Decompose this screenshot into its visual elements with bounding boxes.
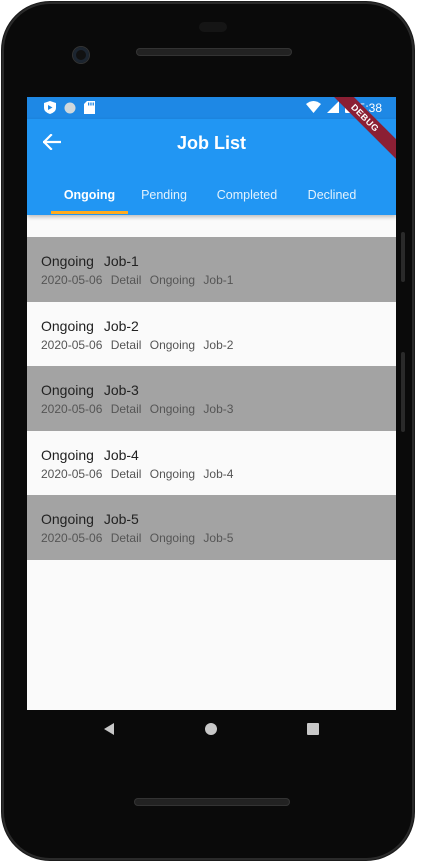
job-title: Ongoing Job-4 — [41, 446, 139, 463]
page-title: Job List — [176, 133, 246, 153]
job-subtitle: 2020-05-06 Detail Ongoing Job-5 — [41, 531, 234, 545]
app-bar: Job List Ongoing Pending Completed Decli… — [27, 119, 396, 215]
back-triangle-icon[interactable] — [103, 722, 115, 741]
tab-pending[interactable]: Pending — [128, 175, 200, 215]
power-button — [401, 352, 405, 432]
tab-ongoing[interactable]: Ongoing — [51, 175, 128, 215]
list-item[interactable]: Ongoing Job-2 2020-05-06 Detail Ongoing … — [27, 301, 396, 366]
job-title: Ongoing Job-2 — [41, 317, 139, 334]
shield-icon — [43, 101, 56, 114]
list-item[interactable]: Ongoing Job-1 2020-05-06 Detail Ongoing … — [27, 237, 396, 302]
list-item[interactable]: Ongoing Job-4 2020-05-06 Detail Ongoing … — [27, 430, 396, 495]
job-subtitle: 2020-05-06 Detail Ongoing Job-2 — [41, 337, 234, 352]
tab-completed[interactable]: Completed — [203, 175, 291, 215]
job-title: Ongoing Job-3 — [41, 382, 139, 398]
job-list: Ongoing Job-1 2020-05-06 Detail Ongoing … — [27, 237, 396, 560]
signal-icon — [326, 100, 339, 116]
job-title: Ongoing Job-1 — [41, 253, 139, 269]
wifi-icon — [305, 100, 321, 116]
tab-indicator — [51, 211, 128, 214]
front-camera — [73, 47, 89, 63]
tab-bar: Ongoing Pending Completed Declined — [27, 175, 396, 215]
list-item[interactable]: Ongoing Job-5 2020-05-06 Detail Ongoing … — [27, 495, 396, 560]
earpiece-sensor — [199, 22, 227, 32]
top-speaker — [136, 48, 292, 56]
tab-declined[interactable]: Declined — [293, 175, 371, 215]
system-nav-bar — [27, 710, 396, 754]
job-title: Ongoing Job-5 — [41, 511, 139, 527]
job-subtitle: 2020-05-06 Detail Ongoing Job-3 — [41, 402, 234, 416]
list-item[interactable]: Ongoing Job-3 2020-05-06 Detail Ongoing … — [27, 366, 396, 431]
recents-square-icon[interactable] — [307, 722, 319, 740]
circle-icon — [63, 101, 76, 114]
volume-button — [401, 232, 405, 282]
home-circle-icon[interactable] — [204, 722, 218, 741]
bottom-speaker — [134, 798, 290, 806]
job-subtitle: 2020-05-06 Detail Ongoing Job-1 — [41, 273, 234, 287]
job-subtitle: 2020-05-06 Detail Ongoing Job-4 — [41, 466, 234, 481]
sd-card-icon — [83, 101, 96, 114]
app-screen: 5:38 Job List Ongoing Pending Completed … — [27, 97, 396, 710]
